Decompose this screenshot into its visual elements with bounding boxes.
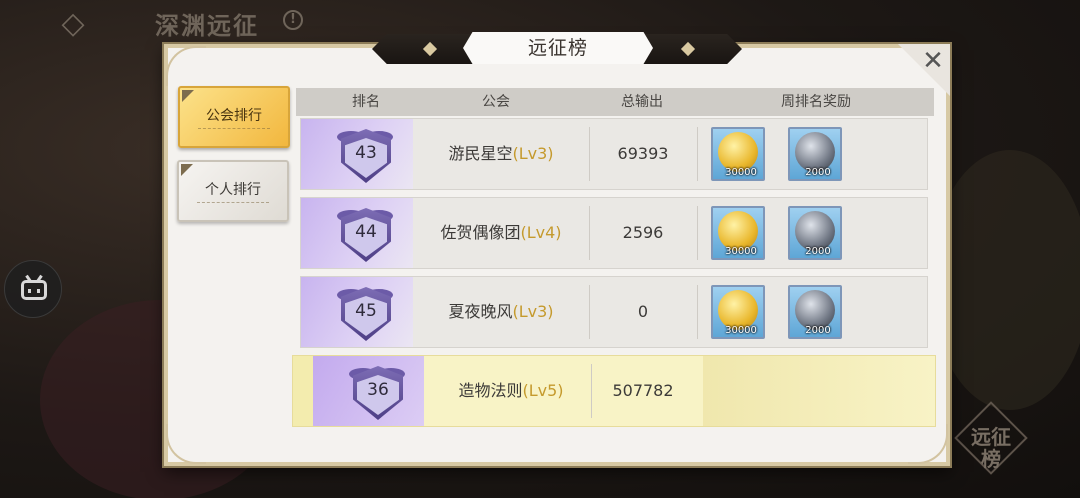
gold-coin-icon: [718, 290, 758, 330]
rank-badge-icon: 44: [341, 208, 391, 262]
panel-ornament: [166, 424, 206, 464]
silver-coin-icon: [795, 132, 835, 172]
divider: [197, 202, 269, 203]
reward-quantity: 30000: [725, 167, 757, 178]
table-row[interactable]: 45 夏夜晚风(Lv3) 0 30000 2000: [300, 276, 928, 348]
table-row[interactable]: 44 佐贺偶像团(Lv4) 2596 30000 2000: [300, 197, 928, 269]
rank-number: 45: [355, 301, 377, 321]
corner-marker: [182, 90, 194, 102]
gold-coin-icon: [718, 211, 758, 251]
reward-silver-coin[interactable]: 2000: [788, 285, 842, 339]
expedition-ranking-emblem[interactable]: 远征榜: [954, 401, 1028, 478]
rank-number: 44: [355, 222, 377, 242]
rank-cell: 43: [301, 119, 413, 189]
close-icon[interactable]: ✕: [920, 48, 946, 74]
bilibili-float-button[interactable]: [4, 260, 62, 318]
panel-ornament: [166, 46, 206, 86]
reward-quantity: 30000: [725, 325, 757, 336]
guild-name: 夏夜晚风(Lv3): [448, 302, 554, 321]
divider: [198, 128, 270, 129]
corner-marker: [181, 164, 193, 176]
guild-name: 造物法则(Lv5): [458, 381, 564, 400]
reward-silver-coin[interactable]: 2000: [788, 127, 842, 181]
reward-quantity: 2000: [805, 325, 831, 336]
rank-badge-icon: 36: [353, 366, 403, 420]
table-header: 排名 公会 总输出 周排名奖励: [296, 88, 934, 116]
silver-coin-icon: [795, 211, 835, 251]
guild-name: 游民星空(Lv3): [448, 144, 554, 163]
tab-label: 个人排行: [205, 182, 261, 198]
tab-guild-ranking[interactable]: 公会排行: [178, 86, 290, 148]
tab-personal-ranking[interactable]: 个人排行: [177, 160, 289, 222]
total-damage: 507782: [612, 381, 674, 400]
reward-quantity: 30000: [725, 246, 757, 257]
guild-level: (Lv5): [522, 381, 564, 400]
reward-gold-coin[interactable]: 30000: [711, 127, 765, 181]
reward-quantity: 2000: [805, 246, 831, 257]
gold-coin-icon: [718, 132, 758, 172]
rank-cell: 36: [313, 356, 424, 426]
panel-ornament: [908, 424, 948, 464]
total-damage: 0: [637, 302, 649, 321]
rank-badge-icon: 45: [341, 287, 391, 341]
rank-cell: 45: [301, 277, 413, 347]
header-guild: 公会: [482, 94, 510, 110]
header-total-damage: 总输出: [621, 94, 663, 110]
rank-cell: 44: [301, 198, 413, 268]
rank-number: 43: [355, 143, 377, 163]
reward-silver-coin[interactable]: 2000: [788, 206, 842, 260]
table-row[interactable]: 43 游民星空(Lv3) 69393 30000 2000: [300, 118, 928, 190]
total-damage: 69393: [617, 144, 669, 163]
row-highlight: [703, 356, 935, 426]
guild-name: 佐贺偶像团(Lv4): [440, 223, 562, 242]
header-rank: 排名: [352, 94, 380, 110]
game-screen: ◇ 深渊远征 ! 远征榜 远征榜 ✕ 公会排行 个人排行 排名 公会 总输出 周…: [0, 0, 1080, 498]
guild-level: (Lv4): [520, 223, 562, 242]
tab-label: 公会排行: [206, 108, 262, 124]
panel-title: 远征榜: [463, 32, 653, 64]
info-icon[interactable]: !: [283, 10, 303, 30]
reward-quantity: 2000: [805, 167, 831, 178]
back-icon[interactable]: ◇: [55, 6, 91, 42]
guild-level: (Lv3): [512, 144, 554, 163]
reward-gold-coin[interactable]: 30000: [711, 285, 765, 339]
silver-coin-icon: [795, 290, 835, 330]
rank-number: 36: [367, 380, 389, 400]
header-weekly-reward: 周排名奖励: [781, 94, 851, 110]
reward-gold-coin[interactable]: 30000: [711, 206, 765, 260]
my-guild-row: 36 造物法则(Lv5) 507782: [292, 355, 936, 427]
total-damage: 2596: [622, 223, 664, 242]
screen-title: 深渊远征: [155, 12, 259, 40]
emblem-label: 远征榜: [971, 425, 1011, 471]
guild-level: (Lv3): [512, 302, 554, 321]
tv-icon: [21, 280, 47, 300]
rank-badge-icon: 43: [341, 129, 391, 183]
highlight-strip: [293, 356, 313, 426]
background-art: [930, 150, 1080, 410]
